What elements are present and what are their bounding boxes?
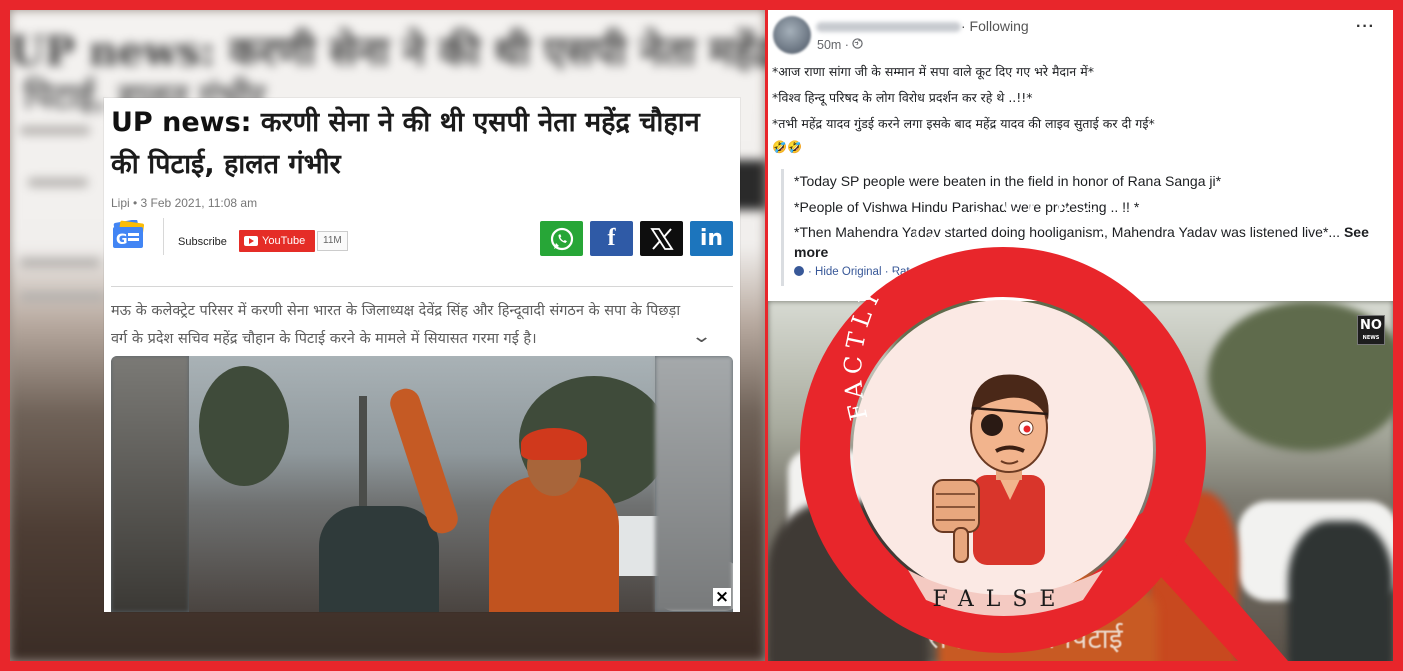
avatar[interactable] — [773, 16, 811, 54]
article-headline[interactable]: UP news: करणी सेना ने की थी एसपी नेता मह… — [111, 102, 721, 186]
blurred-line — [20, 258, 100, 267]
following-status[interactable]: · Following — [961, 18, 1029, 34]
subscribe-label: Subscribe — [178, 236, 227, 248]
blurred-line — [28, 178, 88, 187]
video-blur-right — [655, 356, 733, 612]
whatsapp-share-button[interactable] — [540, 221, 583, 256]
headline-prefix: UP news: — [111, 107, 252, 138]
close-video-button[interactable]: × — [713, 588, 731, 606]
hide-original-link[interactable]: · Hide Original · Rate this translation — [808, 266, 993, 278]
man-in-saffron — [489, 476, 619, 612]
divider — [111, 286, 733, 287]
facebook-post: · Following 50m · ··· *आज राणा सांगा जी … — [768, 10, 1393, 661]
crowd — [768, 501, 928, 661]
logo-sub: NEWS — [1362, 335, 1380, 341]
article-card: UP news: करणी सेना ने की थी एसपी नेता मह… — [104, 98, 740, 612]
translation-line: *Today SP people were beaten in the fiel… — [794, 173, 1222, 189]
turban — [521, 428, 587, 460]
divider — [163, 218, 164, 255]
post-text-line: *विश्व हिन्दू परिषद के लोग विरोध प्रदर्श… — [772, 90, 1033, 105]
svg-text:G: G — [116, 232, 128, 248]
linkedin-icon: in — [699, 226, 724, 251]
linkedin-share-button[interactable]: in — [690, 221, 733, 256]
logo-main: NO — [1360, 318, 1382, 333]
blurred-line — [20, 292, 105, 301]
post-text-line: *तभी महेंद्र यादव गुंडई करने लगा इसके बा… — [772, 116, 1155, 131]
facebook-share-button[interactable]: f — [590, 221, 633, 256]
post-time-text: 50m · — [817, 38, 853, 52]
translation-line: *Then Mahendra Yadav started doing hooli… — [794, 222, 1384, 262]
globe-icon — [852, 38, 864, 49]
post-text-line: *आज राणा सांगा जी के सम्मान में सपा वाले… — [772, 64, 1094, 79]
gear-icon — [794, 266, 804, 276]
youtube-label: YouTube — [262, 235, 306, 247]
youtube-subscriber-count: 11M — [317, 231, 348, 251]
post-video[interactable]: NO NEWS सपा नेता की पिटाई — [768, 301, 1393, 661]
post-time: 50m · — [817, 38, 864, 52]
video-blur-left — [111, 356, 189, 612]
emoji-line: 🤣🤣 — [772, 140, 802, 154]
news-channel-logo: NO NEWS — [1357, 315, 1385, 345]
x-icon — [649, 227, 674, 250]
video-player[interactable]: × — [111, 356, 733, 612]
whatsapp-icon — [550, 227, 573, 250]
crowd — [319, 506, 439, 612]
crowd — [1288, 521, 1393, 661]
video-caption: सपा नेता की पिटाई — [928, 622, 1123, 655]
x-share-button[interactable] — [640, 221, 683, 256]
translation-controls[interactable]: · Hide Original · Rate this translation — [794, 266, 993, 278]
youtube-subscribe-button[interactable]: YouTube — [239, 230, 315, 252]
translation-line: *People of Vishwa Hindu Parishad were pr… — [794, 199, 1140, 215]
facebook-icon: f — [607, 225, 616, 251]
author-name-redacted — [816, 22, 961, 32]
crowd — [1148, 491, 1238, 661]
youtube-play-icon — [244, 236, 258, 246]
translation-line-text: *Then Mahendra Yadav started doing hooli… — [794, 224, 1341, 240]
blurred-line — [20, 126, 90, 135]
article-byline: Lipi • 3 Feb 2021, 11:08 am — [111, 196, 258, 210]
chevron-down-icon[interactable]: ⌄ — [691, 326, 712, 347]
news-article-screenshot: UP news: करणी सेना ने की थी एसपी नेता मह… — [10, 10, 765, 661]
article-summary: मऊ के कलेक्ट्रेट परिसर में करणी सेना भार… — [111, 303, 681, 347]
tree — [199, 366, 289, 486]
translation-quote-bar — [781, 169, 784, 286]
video-frame — [189, 356, 733, 612]
blurred-headline: UP news: करणी सेना ने की थी एसपी नेता मह… — [10, 28, 765, 75]
more-options-button[interactable]: ··· — [1356, 18, 1375, 36]
google-news-icon[interactable]: G — [111, 219, 147, 250]
